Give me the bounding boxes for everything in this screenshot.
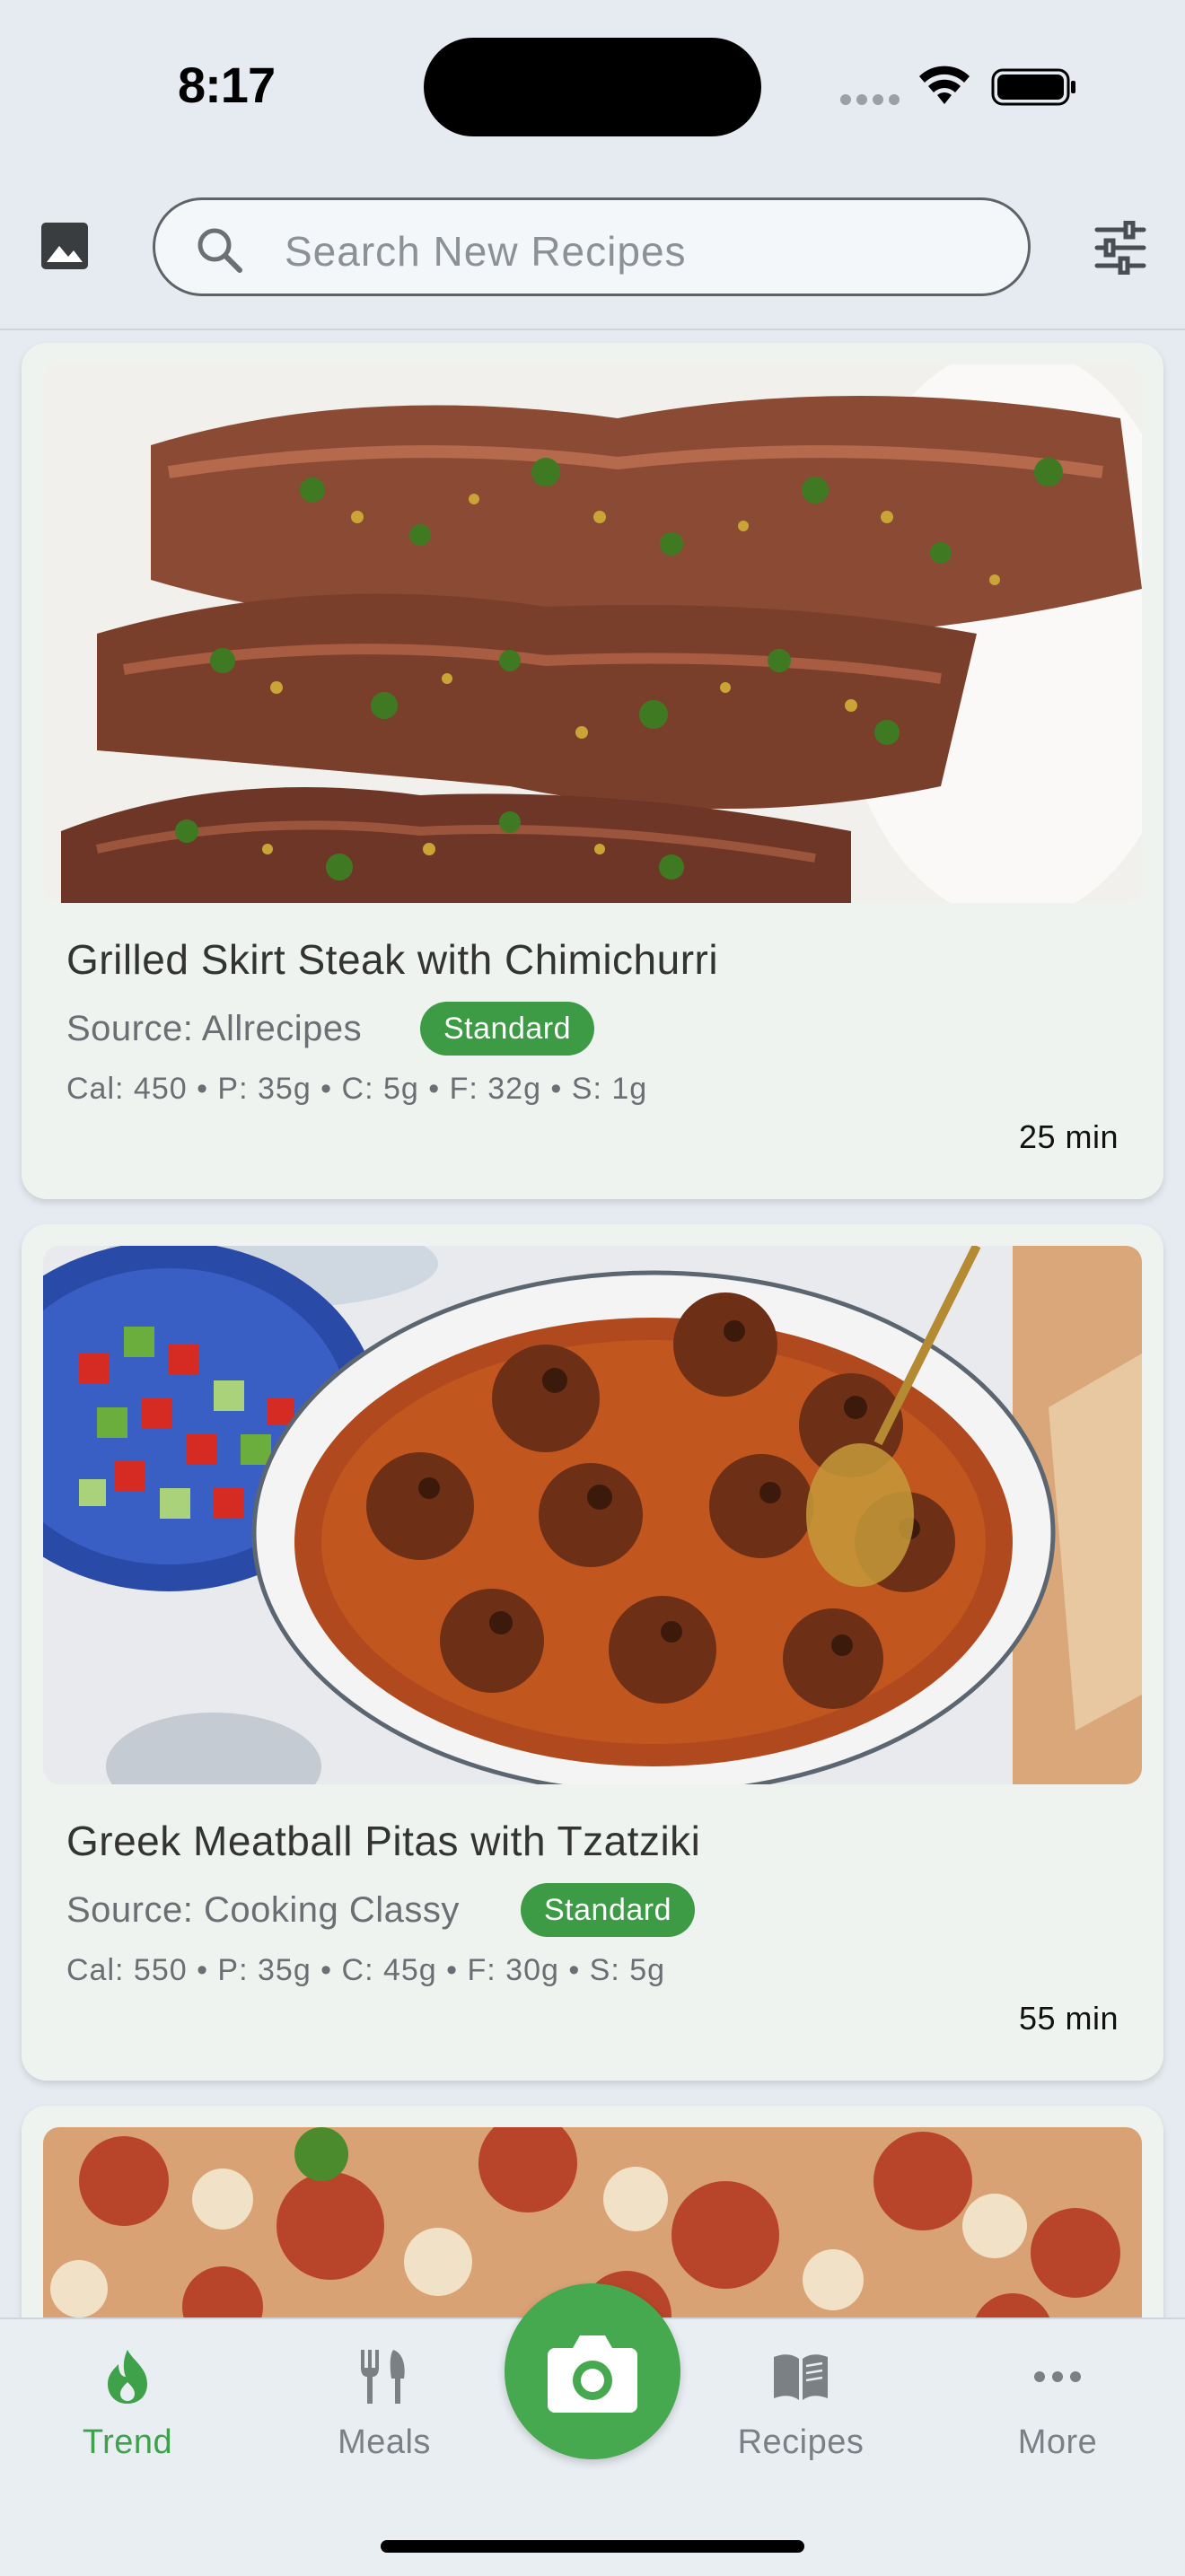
recipe-type-badge: Standard (420, 1002, 594, 1056)
nav-item-recipes[interactable]: Recipes (711, 2319, 891, 2499)
more-dots-icon (1034, 2371, 1081, 2382)
bottom-navigation: Trend Meals Recipes More (0, 2283, 1185, 2576)
recipe-time: 25 min (1018, 1118, 1119, 1155)
recipe-macros: Cal: 450 • P: 35g • C: 5g • F: 32g • S: … (66, 1072, 648, 1106)
gallery-icon[interactable] (40, 221, 90, 271)
recipe-macros: Cal: 550 • P: 35g • C: 45g • F: 30g • S:… (66, 1953, 666, 1987)
nav-label: Recipes (737, 2423, 865, 2461)
status-time: 8:17 (178, 57, 276, 113)
dynamic-island (424, 38, 761, 136)
nav-label: Trend (82, 2423, 173, 2461)
flame-icon (108, 2350, 147, 2404)
book-icon (774, 2354, 828, 2400)
battery-icon (991, 68, 1075, 106)
top-bar: Search New Recipes (0, 180, 1185, 330)
nav-item-more[interactable]: More (968, 2319, 1147, 2499)
recipe-image (43, 364, 1142, 903)
recipe-title: Grilled Skirt Steak with Chimichurri (66, 936, 719, 983)
nav-label: Meals (338, 2423, 431, 2461)
cellular-signal-icon (840, 93, 905, 110)
recipe-feed[interactable]: Grilled Skirt Steak with Chimichurri Sou… (0, 330, 1185, 2318)
search-placeholder: Search New Recipes (285, 228, 687, 275)
recipe-type-badge: Standard (521, 1883, 695, 1937)
status-bar: 8:17 (0, 0, 1185, 162)
nav-label: More (1017, 2423, 1098, 2461)
search-input[interactable]: Search New Recipes (153, 197, 1031, 296)
recipe-source: Source: Cooking Classy (66, 1890, 460, 1930)
wifi-icon (919, 66, 970, 104)
recipe-image (43, 1246, 1142, 1784)
camera-icon (548, 2335, 637, 2413)
recipe-card[interactable]: Grilled Skirt Steak with Chimichurri Sou… (22, 343, 1163, 1199)
nav-item-meals[interactable]: Meals (294, 2319, 474, 2499)
filter-icon[interactable] (1093, 221, 1147, 275)
recipe-time: 55 min (1018, 2000, 1119, 2037)
recipe-source: Source: Allrecipes (66, 1009, 363, 1048)
camera-button[interactable] (505, 2283, 680, 2459)
nav-item-trend[interactable]: Trend (38, 2319, 217, 2499)
home-indicator[interactable] (381, 2540, 804, 2553)
recipe-card[interactable]: Greek Meatball Pitas with Tzatziki Sourc… (22, 1224, 1163, 2081)
fork-knife-icon (361, 2350, 405, 2404)
recipe-title: Greek Meatball Pitas with Tzatziki (66, 1818, 701, 1864)
search-icon (198, 228, 242, 273)
